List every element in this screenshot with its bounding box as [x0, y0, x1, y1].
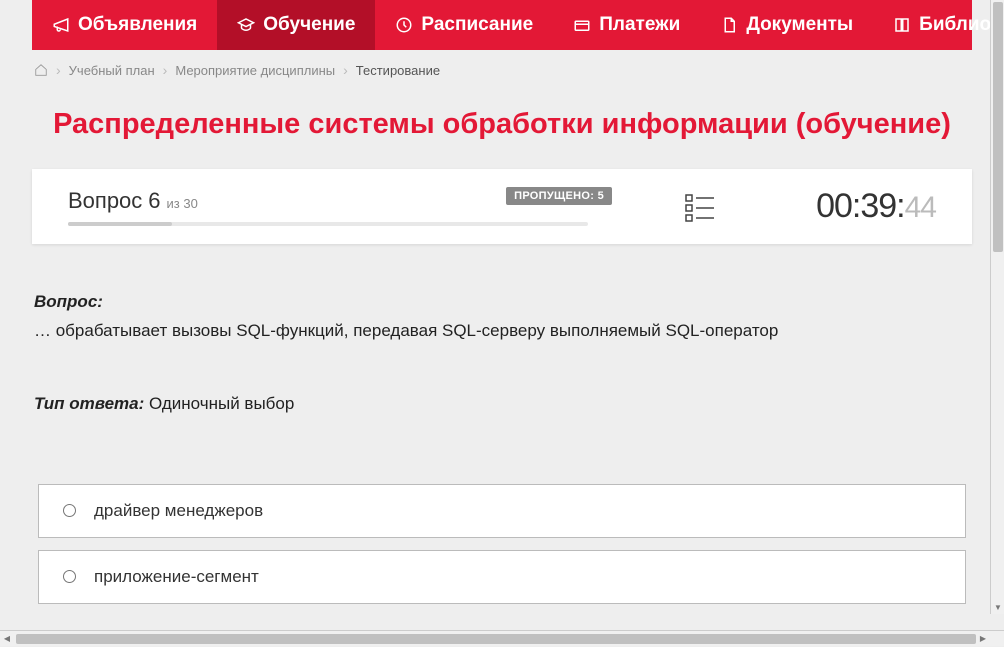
option-label: драйвер менеджеров — [94, 501, 263, 521]
nav-documents[interactable]: Документы — [700, 0, 873, 50]
question-text: … обрабатывает вызовы SQL-функций, перед… — [34, 318, 970, 344]
question-word: Вопрос — [68, 188, 142, 214]
nav-schedule[interactable]: Расписание — [375, 0, 553, 50]
option-radio[interactable] — [63, 504, 76, 517]
scroll-thumb[interactable] — [993, 2, 1003, 252]
scroll-down-icon[interactable]: ▼ — [991, 600, 1004, 614]
nav-label: Объявления — [78, 14, 197, 36]
options-list: драйвер менеджеров приложение-сегмент ме… — [32, 484, 972, 615]
progress-fill — [68, 222, 172, 226]
answer-type: Тип ответа: Одиночный выбор — [34, 394, 970, 414]
breadcrumb-item[interactable]: Учебный план — [69, 63, 155, 78]
nav-label: Обучение — [263, 14, 355, 36]
list-icon — [684, 191, 716, 223]
nav-library[interactable]: Библиотека — [873, 0, 1004, 50]
clock-icon — [395, 16, 413, 34]
question-of: из 30 — [167, 196, 198, 211]
skipped-badge: ПРОПУЩЕНО: 5 — [506, 187, 612, 205]
page-title: Распределенные системы обработки информа… — [32, 108, 972, 141]
book-icon — [893, 16, 911, 34]
payment-icon — [573, 16, 591, 34]
scroll-right-icon[interactable]: ▶ — [976, 631, 990, 647]
timer-ms: 44 — [905, 191, 936, 224]
breadcrumb: › Учебный план › Мероприятие дисциплины … — [32, 50, 972, 90]
nav-label: Документы — [746, 14, 853, 36]
nav-payments[interactable]: Платежи — [553, 0, 700, 50]
option-label: приложение-сегмент — [94, 567, 259, 587]
nav-label: Расписание — [421, 14, 533, 36]
main-nav: Объявления Обучение Расписание Платежи Д… — [32, 0, 972, 50]
home-icon[interactable] — [34, 63, 48, 77]
question-label: Вопрос: — [34, 292, 970, 312]
question-list-button[interactable] — [684, 191, 716, 223]
vertical-scrollbar[interactable]: ▲ ▼ — [990, 0, 1004, 614]
question-body: Вопрос: … обрабатывает вызовы SQL-функци… — [32, 292, 972, 414]
chevron-right-icon: › — [56, 62, 61, 78]
option-radio[interactable] — [63, 570, 76, 583]
question-panel: Вопрос 6 из 30 ПРОПУЩЕНО: 5 — [32, 169, 972, 244]
scroll-thumb[interactable] — [16, 634, 976, 644]
nav-announcements[interactable]: Объявления — [32, 0, 217, 50]
horizontal-scrollbar[interactable]: ◀ ▶ — [0, 630, 1004, 646]
nav-label: Платежи — [599, 14, 680, 36]
question-number: 6 — [148, 188, 160, 214]
timer-main: 00:39: — [816, 187, 905, 225]
progress-bar — [68, 222, 588, 226]
chevron-right-icon: › — [163, 62, 168, 78]
timer: 00:39:44 — [816, 187, 936, 226]
chevron-right-icon: › — [343, 62, 348, 78]
breadcrumb-item[interactable]: Мероприятие дисциплины — [175, 63, 335, 78]
nav-learning[interactable]: Обучение — [217, 0, 375, 50]
graduation-icon — [237, 16, 255, 34]
answer-type-value: Одиночный выбор — [149, 394, 294, 413]
breadcrumb-current: Тестирование — [356, 63, 440, 78]
megaphone-icon — [52, 16, 70, 34]
option-item[interactable]: драйвер менеджеров — [38, 484, 966, 538]
answer-type-label: Тип ответа: — [34, 394, 144, 413]
scroll-left-icon[interactable]: ◀ — [0, 631, 14, 647]
option-item[interactable]: приложение-сегмент — [38, 550, 966, 604]
document-icon — [720, 16, 738, 34]
